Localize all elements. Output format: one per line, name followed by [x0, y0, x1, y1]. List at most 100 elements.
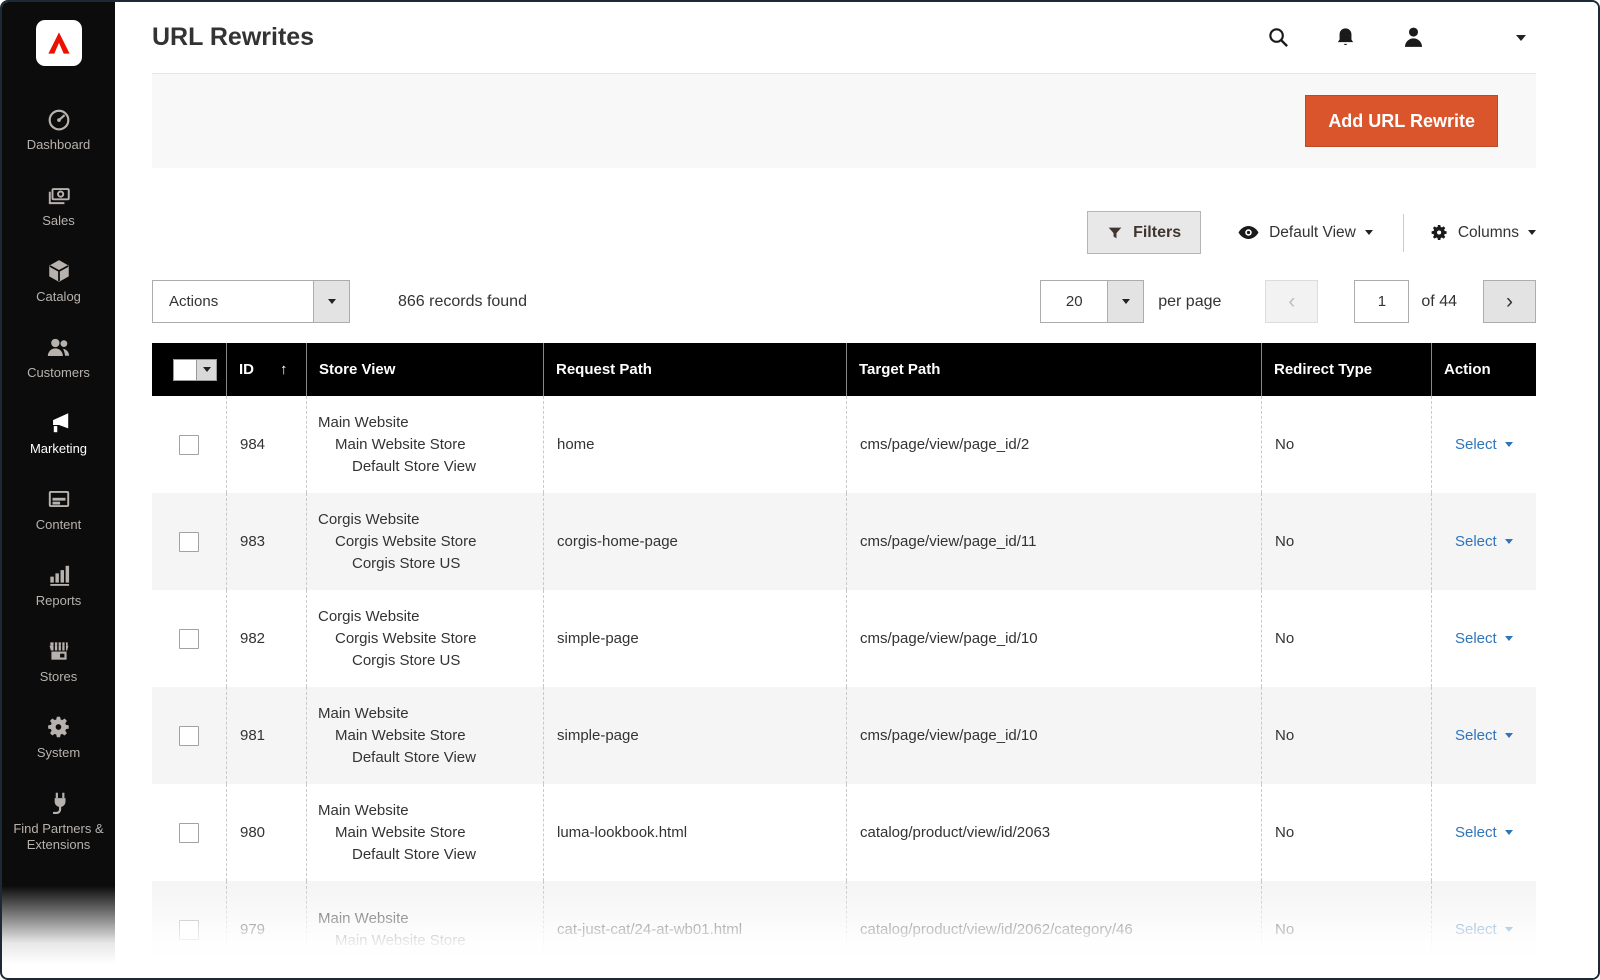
- row-redirect-type: No: [1261, 396, 1431, 493]
- sidebar: Dashboard Sales Catalog Customers Market…: [2, 2, 115, 978]
- sidebar-item-sales[interactable]: Sales: [2, 182, 115, 229]
- reports-icon: [46, 562, 72, 588]
- sort-ascending-icon: ↑: [280, 361, 288, 378]
- row-id: 982: [226, 590, 306, 687]
- actions-select[interactable]: Actions: [152, 280, 350, 323]
- row-checkbox[interactable]: [179, 532, 199, 552]
- column-header-request-path[interactable]: Request Path: [543, 343, 846, 396]
- previous-page-button[interactable]: ‹: [1265, 280, 1318, 323]
- row-request-path: simple-page: [543, 687, 846, 784]
- system-icon: [46, 714, 72, 740]
- sidebar-item-find-partners-extensions[interactable]: Find Partners & Extensions: [2, 790, 115, 853]
- select-all-checkbox[interactable]: [173, 359, 217, 381]
- row-id: 983: [226, 493, 306, 590]
- admin-menu-caret-icon[interactable]: [1516, 35, 1526, 41]
- table-row: 980 Main WebsiteMain Website StoreDefaul…: [152, 784, 1536, 881]
- columns-label: Columns: [1458, 224, 1519, 242]
- table-row: 982 Corgis WebsiteCorgis Website StoreCo…: [152, 590, 1536, 687]
- store-view-line: Corgis Website Store: [318, 628, 476, 650]
- row-checkbox[interactable]: [179, 726, 199, 746]
- select-caret-icon: [1505, 636, 1513, 641]
- sidebar-menu: Dashboard Sales Catalog Customers Market…: [2, 106, 115, 882]
- row-store-view: Main WebsiteMain Website StoreDefault St…: [306, 784, 543, 881]
- row-target-path: catalog/product/view/id/2063: [846, 784, 1261, 881]
- row-request-path: cat-just-cat/24-at-wb01.html: [543, 881, 846, 978]
- notifications-icon[interactable]: [1334, 26, 1357, 49]
- row-redirect-type: No: [1261, 493, 1431, 590]
- records-found-text: 866 records found: [398, 293, 527, 311]
- row-id: 979: [226, 881, 306, 978]
- store-view-line: Main Website Store: [318, 822, 466, 844]
- row-redirect-type: No: [1261, 590, 1431, 687]
- row-select-action[interactable]: Select: [1455, 533, 1513, 550]
- table-row: 981 Main WebsiteMain Website StoreDefaul…: [152, 687, 1536, 784]
- columns-caret-icon: [1528, 230, 1536, 235]
- actions-select-value: Actions: [153, 281, 313, 322]
- add-url-rewrite-button[interactable]: Add URL Rewrite: [1305, 95, 1498, 147]
- row-select-action[interactable]: Select: [1455, 824, 1513, 841]
- sidebar-item-stores[interactable]: Stores: [2, 638, 115, 685]
- row-checkbox[interactable]: [179, 435, 199, 455]
- store-view-line: Main Website: [318, 800, 409, 822]
- row-select-action[interactable]: Select: [1455, 436, 1513, 453]
- per-page-select[interactable]: 20: [1040, 280, 1144, 323]
- adobe-logo[interactable]: [36, 20, 82, 66]
- columns-selector[interactable]: Columns: [1430, 223, 1536, 242]
- column-header-redirect-type[interactable]: Redirect Type: [1261, 343, 1431, 396]
- grid-header-row: ID ↑ Store View Request Path Target Path…: [152, 343, 1536, 396]
- column-header-store-view[interactable]: Store View: [306, 343, 543, 396]
- dashboard-icon: [46, 106, 72, 132]
- marketing-icon: [46, 410, 72, 436]
- row-select-action[interactable]: Select: [1455, 630, 1513, 647]
- select-caret-icon: [1505, 733, 1513, 738]
- column-header-target-path[interactable]: Target Path: [846, 343, 1261, 396]
- store-view-line: Main Website: [318, 703, 409, 725]
- search-icon[interactable]: [1267, 26, 1290, 49]
- store-view-line: Main Website: [318, 412, 409, 434]
- url-rewrites-grid: ID ↑ Store View Request Path Target Path…: [152, 343, 1536, 978]
- view-selector[interactable]: Default View: [1237, 221, 1373, 244]
- store-view-line: Main Website Store: [318, 725, 466, 747]
- app-window: Dashboard Sales Catalog Customers Market…: [0, 0, 1600, 980]
- row-request-path: luma-lookbook.html: [543, 784, 846, 881]
- per-page-value: 20: [1041, 281, 1107, 322]
- row-checkbox[interactable]: [179, 823, 199, 843]
- sidebar-item-content[interactable]: Content: [2, 486, 115, 533]
- header-icons: [1267, 25, 1526, 50]
- store-view-line: Corgis Website: [318, 606, 419, 628]
- table-row: 979 Main WebsiteMain Website Store cat-j…: [152, 881, 1536, 978]
- store-view-line: Default Store View: [318, 844, 476, 866]
- filter-funnel-icon: [1107, 225, 1123, 241]
- store-view-line: Default Store View: [318, 747, 476, 769]
- row-target-path: cms/page/view/page_id/11: [846, 493, 1261, 590]
- sidebar-item-catalog[interactable]: Catalog: [2, 258, 115, 305]
- sidebar-item-reports[interactable]: Reports: [2, 562, 115, 609]
- sidebar-item-system[interactable]: System: [2, 714, 115, 761]
- page-actions-bar: Add URL Rewrite: [152, 73, 1536, 168]
- row-select-action[interactable]: Select: [1455, 921, 1513, 938]
- page-number-input[interactable]: [1354, 280, 1409, 323]
- actions-select-caret: [313, 281, 349, 322]
- sidebar-item-marketing[interactable]: Marketing: [2, 410, 115, 457]
- account-icon[interactable]: [1401, 25, 1426, 50]
- view-label: Default View: [1269, 224, 1356, 242]
- row-checkbox[interactable]: [179, 629, 199, 649]
- store-view-line: Main Website: [318, 908, 409, 930]
- row-checkbox[interactable]: [179, 920, 199, 940]
- row-select-action[interactable]: Select: [1455, 727, 1513, 744]
- next-page-button[interactable]: ›: [1483, 280, 1536, 323]
- sidebar-item-dashboard[interactable]: Dashboard: [2, 106, 115, 153]
- select-caret-icon: [1505, 539, 1513, 544]
- filters-button[interactable]: Filters: [1087, 211, 1201, 254]
- row-store-view: Corgis WebsiteCorgis Website StoreCorgis…: [306, 493, 543, 590]
- stores-icon: [46, 638, 72, 664]
- table-row: 983 Corgis WebsiteCorgis Website StoreCo…: [152, 493, 1536, 590]
- row-store-view: Main WebsiteMain Website StoreDefault St…: [306, 396, 543, 493]
- grid-actions-row: Actions 866 records found 20 per page ‹ …: [152, 280, 1536, 323]
- column-header-id[interactable]: ID ↑: [226, 343, 306, 396]
- sidebar-item-customers[interactable]: Customers: [2, 334, 115, 381]
- row-id: 981: [226, 687, 306, 784]
- row-request-path: corgis-home-page: [543, 493, 846, 590]
- plug-icon: [46, 790, 72, 816]
- row-store-view: Main WebsiteMain Website Store: [306, 881, 543, 978]
